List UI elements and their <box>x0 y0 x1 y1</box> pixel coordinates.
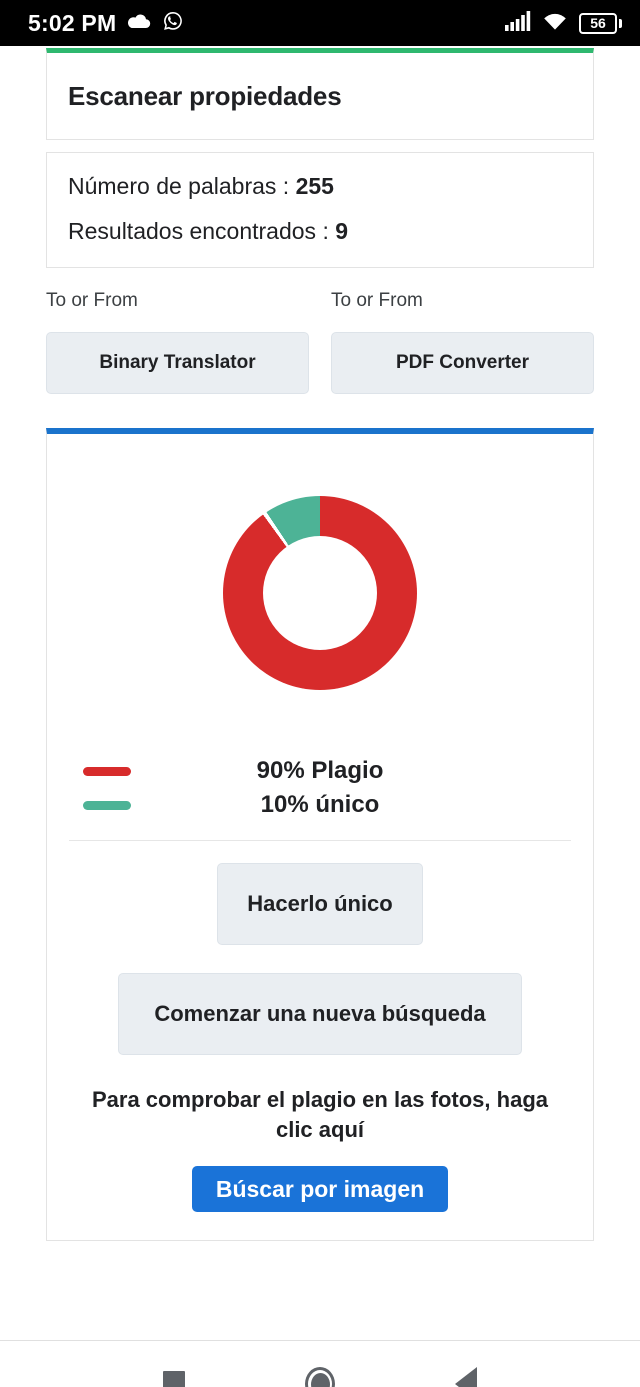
tools-row: To or From Binary Translator To or From … <box>46 290 594 394</box>
status-time: 5:02 PM <box>28 9 117 36</box>
results-found-value: 9 <box>335 218 349 244</box>
wifi-icon <box>542 11 568 36</box>
image-search-row: Búscar por imagen <box>61 1144 579 1213</box>
donut-hole <box>263 536 377 650</box>
search-by-image-button[interactable]: Búscar por imagen <box>192 1166 448 1213</box>
status-bar: 5:02 PM 56 <box>0 0 640 46</box>
cloud-icon <box>127 12 151 34</box>
status-bar-right: 56 <box>505 10 622 36</box>
make-unique-row: Hacerlo único <box>61 863 579 945</box>
legend-swatch-unico <box>83 800 131 810</box>
binary-translator-button[interactable]: Binary Translator <box>46 332 309 394</box>
tool-label-binary: To or From <box>46 290 138 311</box>
word-count-row: Número de palabras : 255 <box>68 175 572 198</box>
home-circle-icon[interactable] <box>305 1367 335 1387</box>
pdf-converter-button[interactable]: PDF Converter <box>331 332 594 394</box>
page-title: Escanear propiedades <box>68 80 342 111</box>
scan-properties-card: Escanear propiedades <box>46 48 594 140</box>
make-unique-button[interactable]: Hacerlo único <box>217 863 423 945</box>
legend-item-unico: 10% único <box>69 788 571 822</box>
battery-level: 56 <box>590 15 606 31</box>
plagiarism-donut-chart <box>223 496 417 690</box>
back-triangle-icon[interactable] <box>455 1367 477 1387</box>
donut-chart-wrap <box>61 434 579 690</box>
results-found-label: Resultados encontrados : <box>68 218 336 244</box>
new-search-button[interactable]: Comenzar una nueva búsqueda <box>118 973 522 1055</box>
android-nav-bar <box>0 1340 640 1387</box>
recents-square-icon[interactable] <box>163 1371 185 1387</box>
home-circle-inner <box>310 1372 330 1387</box>
result-actions: Hacerlo único Comenzar una nueva búsqued… <box>61 841 579 1240</box>
signal-icon <box>505 10 531 36</box>
legend-item-plagio: 90% Plagio <box>69 754 571 788</box>
word-count-label: Número de palabras : <box>68 173 296 199</box>
battery-icon: 56 <box>579 12 622 34</box>
page-content: Escanear propiedades Número de palabras … <box>0 46 640 1340</box>
word-count-value: 255 <box>295 173 334 199</box>
legend-swatch-plagio <box>83 766 131 776</box>
plagiarism-result-card: 90% Plagio 10% único Hacerlo único Comen… <box>46 428 594 1242</box>
status-bar-left: 5:02 PM <box>28 10 184 37</box>
new-search-row: Comenzar una nueva búsqueda <box>61 945 579 1055</box>
chart-legend: 90% Plagio 10% único <box>61 754 579 822</box>
legend-label-unico: 10% único <box>260 791 380 818</box>
results-found-row: Resultados encontrados : 9 <box>68 220 572 243</box>
stats-card: Número de palabras : 255 Resultados enco… <box>46 152 594 268</box>
tool-pdf-converter: To or From PDF Converter <box>331 290 594 394</box>
tool-binary-translator: To or From Binary Translator <box>46 290 309 394</box>
legend-label-plagio: 90% Plagio <box>256 757 384 784</box>
whatsapp-icon <box>162 10 184 37</box>
tool-label-pdf: To or From <box>331 290 423 311</box>
photo-plagiarism-note: Para comprobar el plagio en las fotos, h… <box>91 1087 548 1142</box>
